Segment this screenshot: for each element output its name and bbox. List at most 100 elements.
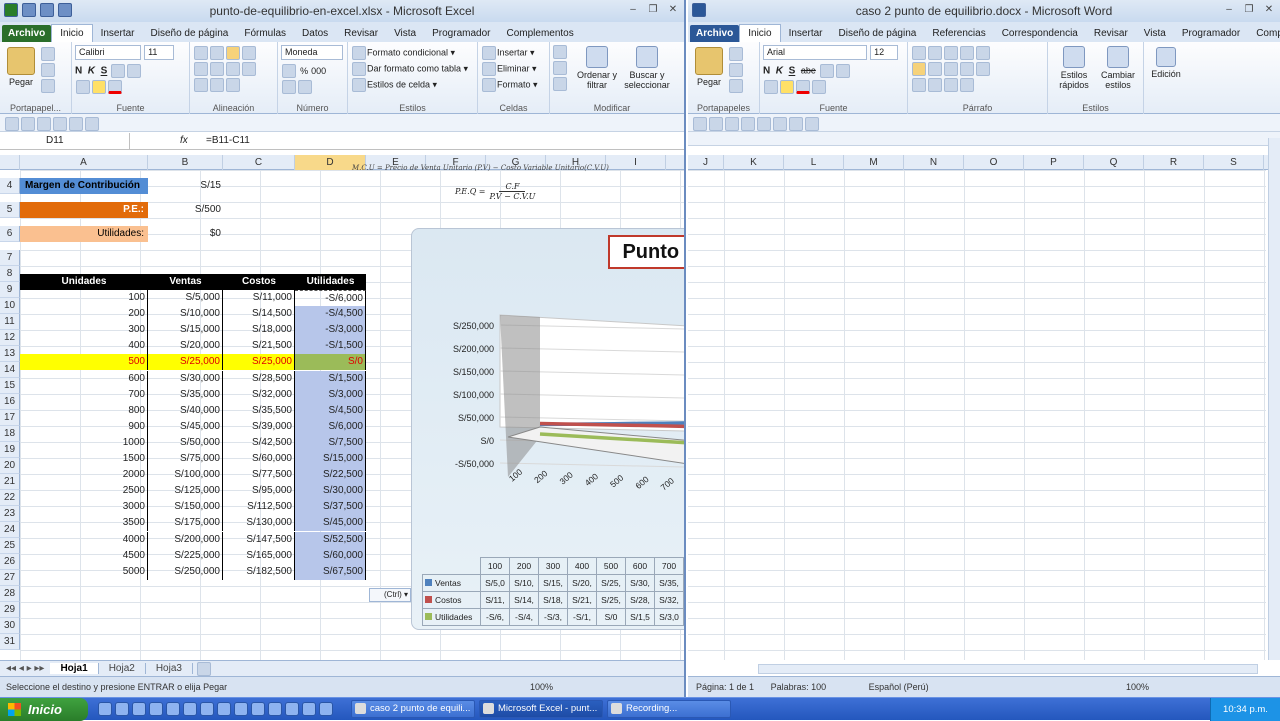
row-header[interactable]: 5 [0, 202, 20, 218]
table-cell[interactable]: S/112,500 [223, 499, 295, 516]
table-cell[interactable]: S/100,000 [148, 467, 223, 484]
table-cell[interactable]: 4500 [20, 547, 148, 564]
sort-filter-button[interactable]: Ordenar y filtrar [574, 44, 620, 90]
table-cell[interactable]: 800 [20, 402, 148, 419]
word-language[interactable]: Español (Perú) [869, 682, 929, 692]
table-cell[interactable]: 1000 [20, 434, 148, 451]
italic-button[interactable]: K [88, 66, 95, 77]
table-cell[interactable]: S/7,500 [295, 434, 366, 451]
row-header[interactable]: 7 [0, 250, 20, 266]
name-box[interactable]: D11 [0, 132, 130, 149]
row-header[interactable]: 4 [0, 178, 20, 194]
table-cell[interactable]: S/150,000 [148, 499, 223, 516]
word-zoom-level[interactable]: 100% [1126, 677, 1149, 697]
word-vertical-scrollbar[interactable] [1268, 138, 1280, 660]
table-cell[interactable]: S/60,000 [223, 451, 295, 467]
quick-styles-button[interactable]: Estilos rápidos [1052, 44, 1096, 90]
column-header-c[interactable]: C [223, 155, 295, 170]
row-header[interactable]: 11 [0, 314, 20, 330]
quick-launch-icon-2[interactable] [115, 702, 129, 716]
shading-icon[interactable] [912, 78, 926, 92]
legend-entry-ventas[interactable]: Ventas [422, 574, 481, 592]
word-tab-insertar[interactable]: Insertar [781, 25, 831, 42]
text-effects-icon[interactable] [764, 80, 778, 94]
table-cell[interactable]: 3000 [20, 499, 148, 516]
word-strikethrough-button[interactable]: abe [801, 66, 816, 76]
quick-launch-icon-11[interactable] [268, 702, 282, 716]
cell-styles-button[interactable]: Estilos de celda ▾ [351, 77, 474, 93]
table-cell[interactable]: 2500 [20, 483, 148, 500]
word-paste-button[interactable]: Pegar [691, 47, 727, 87]
orientation-icon[interactable] [226, 78, 240, 92]
borders-icon[interactable] [76, 80, 90, 94]
legend-entry-utilidades[interactable]: Utilidades [422, 608, 481, 626]
task-excel[interactable]: Microsoft Excel - punt... [479, 700, 603, 718]
table-cell[interactable]: S/165,000 [223, 547, 295, 564]
table-cell[interactable]: 1500 [20, 451, 148, 467]
column-header-a[interactable]: A [20, 155, 148, 170]
table-cell[interactable]: 2000 [20, 467, 148, 484]
table-cell[interactable]: S/45,000 [295, 515, 366, 532]
align-top-icon[interactable] [194, 46, 208, 60]
table-cell[interactable]: S/95,000 [223, 483, 295, 500]
editing-button[interactable]: Edición [1147, 47, 1185, 79]
table-cell[interactable]: 100 [20, 290, 148, 306]
word-tab-vista[interactable]: Vista [1136, 25, 1174, 42]
table-cell[interactable]: 700 [20, 386, 148, 403]
align-left-icon[interactable] [194, 62, 208, 76]
table-cell[interactable]: S/130,000 [223, 515, 295, 532]
wrap-text-icon[interactable] [242, 46, 256, 60]
quick-launch-icon-3[interactable] [132, 702, 146, 716]
table-cell[interactable]: S/40,000 [148, 402, 223, 419]
table-cell[interactable]: S/175,000 [148, 515, 223, 532]
table-cell[interactable]: S/60,000 [295, 547, 366, 564]
word-new-icon[interactable] [693, 117, 707, 131]
table-cell[interactable]: S/0 [295, 354, 366, 371]
formula-input[interactable]: =B11-C11 [206, 135, 250, 146]
copy-icon[interactable] [41, 63, 55, 77]
table-cell[interactable]: S/35,500 [223, 402, 295, 419]
table-cell[interactable]: S/250,000 [148, 563, 223, 580]
table-cell[interactable]: S/52,500 [295, 531, 366, 548]
table-cell[interactable]: S/30,000 [148, 370, 223, 387]
task-recording[interactable]: Recording... [607, 700, 731, 718]
legend-entry-costos[interactable]: Costos [422, 591, 481, 609]
underline-button[interactable]: S [101, 66, 108, 77]
table-cell[interactable]: S/35,000 [148, 386, 223, 403]
table-cell[interactable]: 5000 [20, 563, 148, 580]
fx-icon[interactable]: fx [180, 135, 200, 146]
word-save-icon[interactable] [725, 117, 739, 131]
word-word-count[interactable]: Palabras: 100 [771, 682, 827, 692]
quick-launch-icon-1[interactable] [98, 702, 112, 716]
table-cell[interactable]: S/147,500 [223, 531, 295, 548]
line-spacing-icon[interactable] [976, 62, 990, 76]
table-cell[interactable]: S/14,500 [223, 306, 295, 323]
quick-launch-icon-12[interactable] [285, 702, 299, 716]
row-header[interactable]: 9 [0, 282, 20, 298]
table-cell[interactable]: 900 [20, 418, 148, 435]
table-cell[interactable]: S/25,000 [223, 354, 295, 371]
table-cell[interactable]: S/182,500 [223, 563, 295, 580]
table-cell[interactable]: S/10,000 [148, 306, 223, 323]
tab-complementos[interactable]: Complementos [498, 25, 581, 42]
table-cell[interactable]: -S/1,500 [295, 338, 366, 355]
pilcrow-icon[interactable] [960, 78, 974, 92]
cut-icon[interactable] [41, 47, 55, 61]
word-print-icon[interactable] [741, 117, 755, 131]
column-header-i[interactable]: I [606, 155, 666, 170]
currency-icon[interactable] [282, 64, 296, 78]
row-header[interactable]: 8 [0, 266, 20, 282]
font-color-icon[interactable] [108, 80, 122, 94]
row-header[interactable]: 25 [0, 538, 20, 554]
excel-app-icon[interactable] [4, 3, 18, 17]
table-cell[interactable]: 400 [20, 338, 148, 355]
restore-button[interactable]: ❐ [646, 3, 660, 17]
quick-launch-icon-13[interactable] [302, 702, 316, 716]
word-font-size-combo[interactable]: 12 [870, 45, 899, 60]
word-font-color-icon[interactable] [796, 80, 810, 94]
quick-launch-icon-7[interactable] [200, 702, 214, 716]
table-cell[interactable]: S/225,000 [148, 547, 223, 564]
multilevel-icon[interactable] [944, 46, 958, 60]
thousands-button[interactable]: 000 [311, 66, 326, 76]
redo-icon[interactable] [37, 117, 51, 131]
